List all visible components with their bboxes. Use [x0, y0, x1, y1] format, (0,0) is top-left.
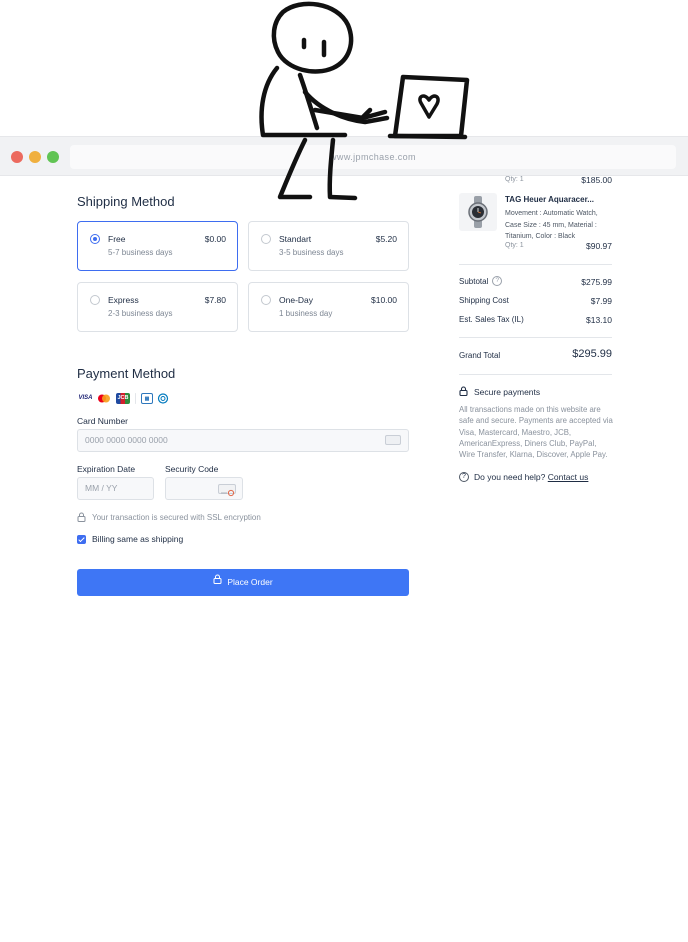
- grand-total-label: Grand Total: [459, 351, 501, 360]
- shipping-option-one-day[interactable]: One-Day $10.00 1 business day: [248, 282, 409, 332]
- brand-divider: [135, 393, 136, 404]
- billing-checkbox-label: Billing same as shipping: [92, 534, 184, 544]
- item-qty: Qty: 1: [505, 242, 524, 249]
- maximize-window-button[interactable]: [47, 151, 59, 163]
- question-icon: ?: [459, 471, 469, 482]
- radio-selected[interactable]: [90, 234, 100, 244]
- product-description: Movement : Automatic Watch, Case Size : …: [505, 210, 598, 240]
- shipping-option-days: 5-7 business days: [108, 248, 173, 257]
- lock-icon: [459, 386, 468, 398]
- secure-payments-text: All transactions made on this website ar…: [459, 405, 613, 460]
- payment-method-title: Payment Method: [77, 366, 176, 381]
- close-window-button[interactable]: [11, 151, 23, 163]
- shipping-option-name: Express: [108, 295, 139, 305]
- billing-checkbox[interactable]: [77, 535, 86, 545]
- mastercard-icon: [97, 393, 111, 404]
- shipping-option-days: 2-3 business days: [108, 309, 173, 318]
- billing-same-checkbox-row[interactable]: Billing same as shipping: [77, 534, 184, 545]
- contact-us-link[interactable]: Contact us: [548, 472, 589, 482]
- shipping-option-price: $7.80: [204, 295, 226, 305]
- shipping-option-name: One-Day: [279, 295, 314, 305]
- shipping-cost-label: Shipping Cost: [459, 296, 509, 305]
- amex-icon: ▦: [141, 393, 153, 404]
- lock-icon: [213, 568, 222, 595]
- shipping-option-name: Free: [108, 234, 126, 244]
- secure-payments-title-text: Secure payments: [474, 387, 541, 397]
- shipping-option-standart[interactable]: Standart $5.20 3-5 business days: [248, 221, 409, 271]
- shipping-option-free[interactable]: Free $0.00 5-7 business days: [77, 221, 238, 271]
- expiration-date-input[interactable]: MM / YY: [77, 477, 154, 500]
- shipping-option-price: $0.00: [204, 234, 226, 244]
- summary-divider: [459, 337, 612, 338]
- expiration-date-label: Expiration Date: [77, 464, 136, 474]
- shipping-method-title: Shipping Method: [77, 194, 175, 209]
- shipping-option-days: 1 business day: [279, 309, 333, 318]
- subtotal-label-text: Subtotal: [459, 277, 489, 286]
- radio-unselected[interactable]: [261, 295, 271, 305]
- place-order-label: Place Order: [227, 577, 273, 587]
- ssl-notice-text: Your transaction is secured with SSL enc…: [92, 513, 261, 523]
- visa-icon: VISA: [78, 395, 93, 401]
- help-text: Do you need help?: [474, 472, 546, 482]
- shipping-option-price: $10.00: [371, 295, 397, 305]
- jcb-icon: JCB: [116, 393, 130, 404]
- product-title: TAG Heuer Aquaracer...: [505, 195, 594, 204]
- card-number-label: Card Number: [77, 416, 129, 426]
- radio-unselected[interactable]: [261, 234, 271, 244]
- subtotal-value: $275.99: [581, 277, 612, 287]
- shipping-option-name: Standart: [279, 234, 312, 244]
- place-order-button[interactable]: Place Order: [77, 569, 409, 596]
- grand-total-value: $295.99: [572, 348, 612, 360]
- credit-card-icon: [385, 435, 401, 445]
- shipping-option-express[interactable]: Express $7.80 2-3 business days: [77, 282, 238, 332]
- secure-payments-title: Secure payments: [459, 386, 541, 398]
- prev-item-qty: Qty: 1: [505, 176, 524, 183]
- shipping-cost-value: $7.99: [590, 296, 612, 306]
- minimize-window-button[interactable]: [29, 151, 41, 163]
- help-row: ? Do you need help? Contact us: [459, 471, 589, 482]
- prev-item-price: $185.00: [581, 175, 612, 185]
- sales-tax-value: $13.10: [586, 315, 612, 325]
- radio-unselected[interactable]: [90, 295, 100, 305]
- summary-divider: [459, 264, 612, 265]
- item-price: $90.97: [586, 241, 612, 251]
- lock-icon: [77, 512, 86, 524]
- diners-icon: [156, 393, 170, 404]
- shipping-option-days: 3-5 business days: [279, 248, 344, 257]
- sales-tax-label: Est. Sales Tax (IL): [459, 315, 524, 324]
- card-number-input[interactable]: 0000 0000 0000 0000: [77, 429, 409, 452]
- cvv-card-icon: [218, 484, 236, 497]
- ssl-notice: Your transaction is secured with SSL enc…: [77, 512, 261, 524]
- subtotal-label: Subtotal?: [459, 275, 503, 286]
- person-with-laptop-illustration: [259, 1, 470, 201]
- info-icon[interactable]: ?: [492, 275, 503, 286]
- security-code-label: Security Code: [165, 464, 219, 474]
- summary-divider: [459, 374, 612, 375]
- shipping-option-price: $5.20: [375, 234, 397, 244]
